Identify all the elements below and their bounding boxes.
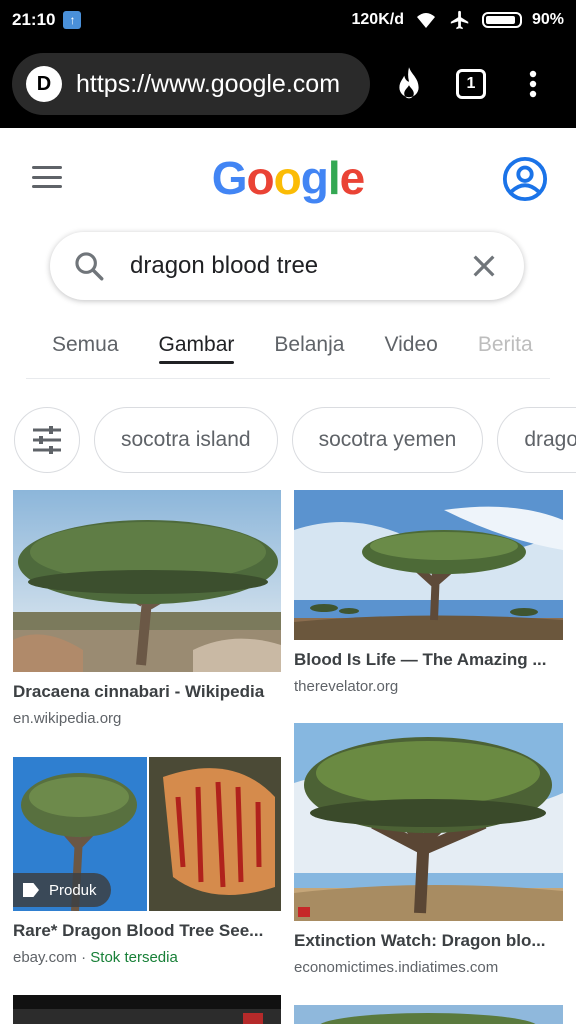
tab-video[interactable]: Video [384,312,437,378]
filter-button[interactable] [14,407,80,473]
google-logo[interactable]: Google [211,151,366,205]
tab-berita[interactable]: Berita [478,312,533,378]
upload-notification-icon: ↑ [63,11,82,29]
search-tabs: Semua Gambar Belanja Video Berita [0,312,576,378]
result-thumbnail[interactable]: Produk [13,757,281,911]
battery-icon [481,12,522,28]
browser-menu-icon[interactable] [502,53,564,115]
hamburger-menu-icon[interactable] [32,166,62,188]
wifi-icon [416,13,435,28]
search-query[interactable]: dragon blood tree [130,252,468,280]
search-box[interactable]: dragon blood tree [50,232,524,300]
result-thumbnail[interactable] [294,1005,563,1024]
logo-letter: g [300,152,329,204]
image-result[interactable]: Extinction Watch: Dragon blo... economic… [294,723,563,976]
source-domain: ebay.com [13,949,77,966]
fire-icon[interactable] [378,53,440,115]
result-thumbnail[interactable] [13,995,281,1024]
tab-count: 1 [456,69,486,99]
search-icon[interactable] [72,249,106,283]
product-badge: Produk [13,873,111,907]
tab-switcher-button[interactable]: 1 [440,53,502,115]
image-result-partial[interactable] [13,995,281,1024]
result-thumbnail[interactable] [13,490,281,672]
tag-icon [23,883,39,897]
result-source: therevelator.org [294,678,399,695]
network-speed: 120K/d [351,11,404,28]
suggestion-chips: socotra island socotra yemen dragon [14,406,576,474]
url-text[interactable]: https://www.google.com [76,70,340,99]
result-title[interactable]: Extinction Watch: Dragon blo... [294,931,563,951]
image-result[interactable]: Dracaena cinnabari - Wikipedia en.wikipe… [13,490,281,727]
result-thumbnail[interactable] [294,723,563,921]
image-result-partial[interactable] [294,1005,563,1024]
tune-icon [33,426,61,454]
chip-socotra-island[interactable]: socotra island [94,407,278,473]
logo-letter: G [211,152,248,204]
result-thumbnail[interactable] [294,490,563,640]
tab-belanja[interactable]: Belanja [274,312,344,378]
battery-percent: 90% [531,11,564,28]
clear-search-icon[interactable] [468,250,500,282]
logo-letter: o [246,152,275,204]
image-result[interactable]: Blood Is Life — The Amazing ... therevel… [294,490,563,695]
status-time: 21:10 [12,10,56,29]
account-icon[interactable] [502,156,548,202]
status-bar: 21:10 ↑ 120K/d 90% [0,0,576,40]
airplane-icon [450,10,469,30]
result-source: en.wikipedia.org [13,710,122,727]
result-title[interactable]: Blood Is Life — The Amazing ... [294,650,563,670]
image-result[interactable]: Produk Rare* Dragon Blood Tree See... eb… [13,757,281,966]
tab-semua[interactable]: Semua [52,312,119,378]
result-source: economictimes.indiatimes.com [294,959,499,976]
tabs-divider [26,378,550,379]
google-header: Google [0,128,576,228]
url-bar[interactable]: D https://www.google.com [12,53,370,115]
tab-gambar[interactable]: Gambar [158,312,234,378]
result-title[interactable]: Rare* Dragon Blood Tree See... [13,921,281,941]
logo-letter: l [327,152,341,204]
chip-socotra-yemen[interactable]: socotra yemen [291,407,484,473]
badge-label: Produk [49,881,97,899]
result-title[interactable]: Dracaena cinnabari - Wikipedia [13,682,281,702]
chip-dragon[interactable]: dragon [497,407,576,473]
site-favicon-icon: D [26,66,62,102]
logo-letter: o [273,152,302,204]
browser-toolbar: D https://www.google.com 1 [0,40,576,128]
result-source: ebay.com · Stok tersedia [13,949,178,966]
logo-letter: e [339,152,366,204]
stock-status: Stok tersedia [90,949,178,966]
